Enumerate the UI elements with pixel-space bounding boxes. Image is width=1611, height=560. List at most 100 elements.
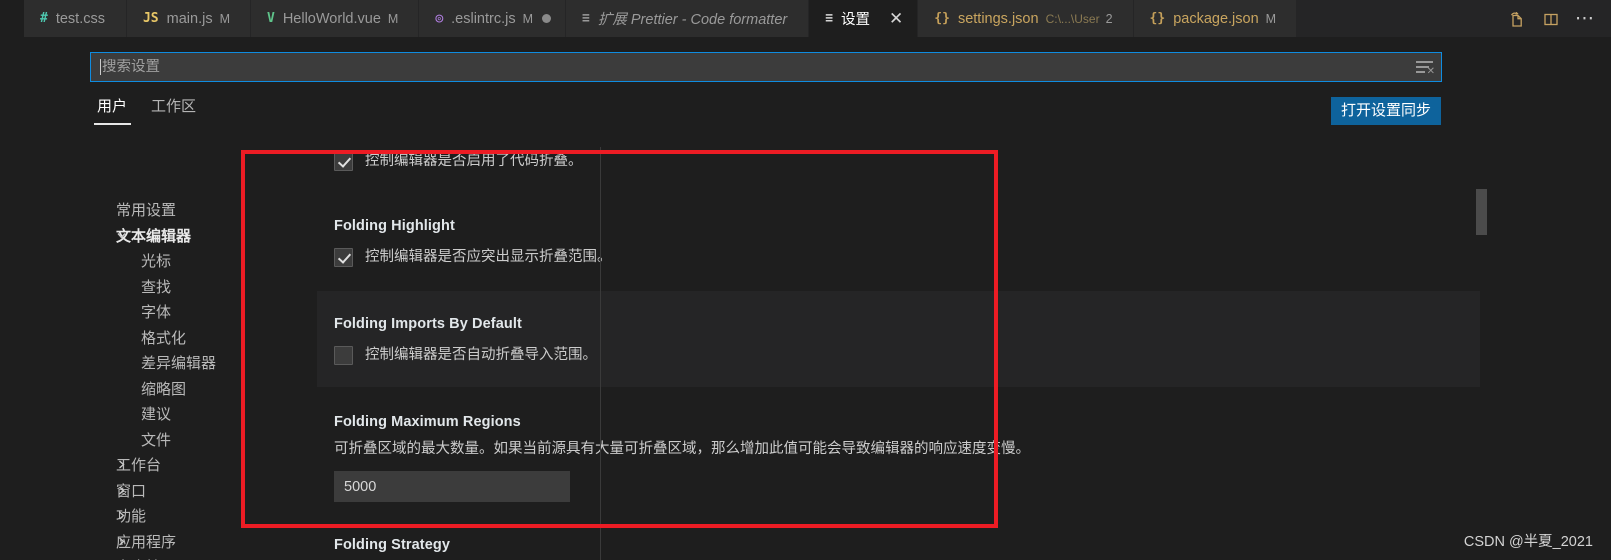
unsaved-dot-icon[interactable] — [542, 14, 552, 23]
settings-list-divider — [600, 147, 601, 560]
settings-scope-tabs: 用户 工作区 — [94, 95, 219, 125]
tab-count-badge: 2 — [1105, 11, 1113, 26]
settings-search-box[interactable]: ✕ — [90, 52, 1442, 82]
toc-item-label: 查找 — [141, 278, 172, 296]
split-editor-icon[interactable] — [1541, 9, 1561, 29]
css-file-icon: # — [40, 11, 48, 26]
editor-tab-extension-prettier[interactable]: ≡ 扩展 Prettier - Code formatter — [566, 0, 810, 37]
editor-tab-label: 扩展 Prettier - Code formatter — [597, 12, 788, 28]
chevron-right-icon — [114, 536, 128, 547]
json-file-icon: {} — [1149, 11, 1166, 26]
toc-item-label: 文件 — [141, 431, 172, 449]
extension-preview-icon: ≡ — [582, 11, 590, 26]
setting-folding-imports-checkbox[interactable] — [334, 346, 353, 365]
editor-tab-helloworld-vue[interactable]: V HelloWorld.vue M — [251, 0, 420, 37]
toc-item-application[interactable]: 应用程序 — [24, 529, 300, 555]
toc-item-label: 缩略图 — [141, 380, 187, 398]
modified-badge: M — [387, 11, 399, 26]
editor-tab-label: settings.json — [957, 10, 1039, 27]
settings-scrollbar[interactable] — [1476, 147, 1487, 560]
chevron-right-icon — [114, 459, 128, 470]
setting-folding-highlight-checkbox[interactable] — [334, 248, 353, 267]
settings-search-row: ✕ — [90, 52, 1442, 82]
setting-folding-imports-title: Folding Imports By Default — [334, 316, 522, 332]
settings-list: 控制编辑器是否启用了代码折叠。 Folding Highlight 控制编辑器是… — [300, 147, 1611, 560]
toc-item-files[interactable]: 文件 — [24, 427, 300, 453]
toc-item-label: 差异编辑器 — [141, 355, 217, 373]
toc-item-minimap[interactable]: 缩略图 — [24, 376, 300, 402]
toc-item-find[interactable]: 查找 — [24, 274, 300, 300]
setting-folding-highlight-description: 控制编辑器是否应突出显示折叠范围。 — [365, 249, 612, 265]
more-actions-icon[interactable]: ⋯ — [1575, 8, 1595, 28]
editor-tab-path: C:\...\User — [1045, 11, 1100, 26]
eslint-file-icon: ◎ — [435, 11, 444, 26]
editor-tab-settings-json[interactable]: {} settings.json C:\...\User 2 — [918, 0, 1134, 37]
setting-folding-max-regions-input[interactable] — [334, 471, 570, 503]
toc-item-text-editor[interactable]: 文本编辑器 — [24, 223, 300, 249]
toc-item-workbench[interactable]: 工作台 — [24, 452, 300, 478]
chevron-down-icon — [114, 230, 128, 241]
modified-badge: M — [1265, 11, 1277, 26]
modified-badge: M — [219, 11, 230, 26]
settings-editor: ✕ 用户 工作区 打开设置同步 常用设置 文本编辑器 光标 查找 — [24, 37, 1611, 560]
toc-item-suggestions[interactable]: 建议 — [24, 401, 300, 427]
toc-item-label: 建议 — [141, 406, 172, 424]
editor-tab-test-css[interactable]: # test.css — [24, 0, 127, 37]
chevron-right-icon — [114, 510, 128, 521]
settings-preview-icon: ≡ — [825, 11, 834, 26]
javascript-file-icon: JS — [142, 11, 159, 26]
toc-item-label: 光标 — [141, 253, 172, 271]
setting-folding-description: 控制编辑器是否启用了代码折叠。 — [365, 153, 583, 169]
activity-bar-gutter — [0, 0, 24, 37]
search-input[interactable] — [102, 59, 1415, 75]
toc-item-label: 安全性 — [116, 556, 161, 560]
editor-tab-label: main.js — [166, 10, 213, 27]
toc-item-formatting[interactable]: 格式化 — [24, 325, 300, 351]
setting-folding-checkbox[interactable] — [334, 152, 353, 171]
editor-tab-bar: # test.css JS main.js M V HelloWorld.vue… — [0, 0, 1611, 37]
settings-table-of-contents: 常用设置 文本编辑器 光标 查找 字体 格式化 差异编辑器 缩略图 建议 文件 … — [24, 155, 300, 560]
toc-item-label: 字体 — [141, 304, 172, 322]
turn-on-settings-sync-button[interactable]: 打开设置同步 — [1330, 97, 1441, 126]
settings-body: 常用设置 文本编辑器 光标 查找 字体 格式化 差异编辑器 缩略图 建议 文件 … — [24, 147, 1611, 560]
close-icon[interactable]: ✕ — [889, 10, 903, 27]
toc-item-window[interactable]: 窗口 — [24, 478, 300, 504]
toc-item-font[interactable]: 字体 — [24, 299, 300, 325]
editor-tab-main-js[interactable]: JS main.js M — [126, 0, 251, 37]
modified-badge: M — [522, 11, 534, 26]
editor-tab-settings[interactable]: ≡ 设置 ✕ — [809, 0, 919, 37]
setting-folding-highlight-title: Folding Highlight — [334, 218, 455, 234]
vue-file-icon: V — [267, 11, 275, 26]
new-untitled-file-icon[interactable] — [1507, 9, 1527, 29]
toc-item-label: 格式化 — [141, 329, 187, 347]
setting-folding-max-regions-description: 可折叠区域的最大数量。如果当前源具有大量可折叠区域，那么增加此值可能会导致编辑器… — [334, 441, 1030, 457]
toc-item-commonly-used[interactable]: 常用设置 — [24, 197, 300, 223]
setting-folding-imports-description: 控制编辑器是否自动折叠导入范围。 — [365, 347, 597, 363]
settings-scrollbar-thumb[interactable] — [1476, 189, 1487, 235]
setting-folding-highlight: Folding Highlight 控制编辑器是否应突出显示折叠范围。 — [317, 207, 1480, 291]
editor-tab-label: HelloWorld.vue — [282, 10, 381, 27]
toc-item-features[interactable]: 功能 — [24, 503, 300, 529]
json-file-icon: {} — [934, 11, 950, 26]
text-caret — [100, 59, 101, 75]
editor-tab-eslintrc-js[interactable]: ◎ .eslintrc.js M — [419, 0, 567, 37]
setting-folding-strategy-title: Folding Strategy — [334, 537, 450, 553]
tab-user-settings[interactable]: 用户 — [94, 95, 132, 125]
editor-tab-label: .eslintrc.js — [451, 10, 516, 27]
toc-item-cursor[interactable]: 光标 — [24, 248, 300, 274]
editor-tab-package-json[interactable]: {} package.json M — [1133, 0, 1298, 37]
chevron-right-icon — [114, 485, 128, 496]
watermark: CSDN @半夏_2021 — [1463, 534, 1593, 550]
toc-item-diff-editor[interactable]: 差异编辑器 — [24, 350, 300, 376]
tab-workspace-settings[interactable]: 工作区 — [148, 95, 206, 125]
editor-actions: ⋯ — [1489, 0, 1611, 37]
setting-folding-imports-by-default: Folding Imports By Default 控制编辑器是否自动折叠导入… — [317, 291, 1480, 387]
setting-folding-max-regions-title: Folding Maximum Regions — [334, 414, 521, 430]
toc-item-security[interactable]: 安全性 — [24, 554, 300, 560]
toc-item-label: 常用设置 — [116, 202, 177, 220]
setting-folding: 控制编辑器是否启用了代码折叠。 — [317, 147, 1480, 197]
editor-tab-label: 设置 — [841, 12, 871, 28]
setting-folding-maximum-regions: Folding Maximum Regions 可折叠区域的最大数量。如果当前源… — [317, 387, 1497, 515]
clear-settings-search-icon[interactable]: ✕ — [1415, 58, 1435, 77]
editor-tab-label: package.json — [1173, 10, 1259, 27]
